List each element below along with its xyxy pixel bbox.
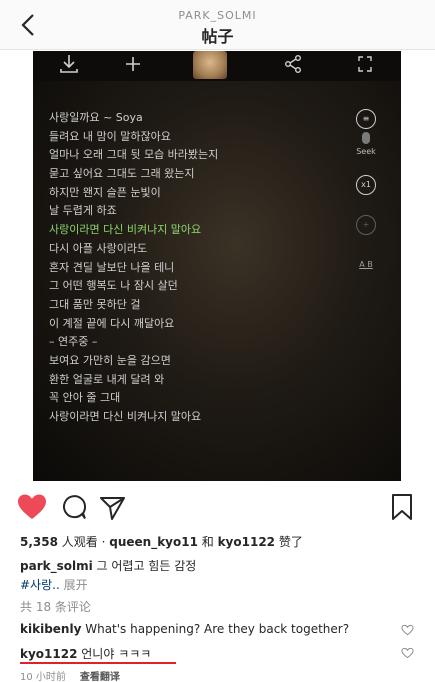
caption: park_solmi 그 어렵고 힘든 감정 [20,557,196,574]
comment-username[interactable]: kyo1122 [20,647,77,661]
red-underline [20,662,176,664]
lyric-line-current: 사랑이라면 다신 비켜나지 말아요 [49,223,202,237]
album-thumbnail [193,51,227,79]
lyric-line: 환한 얼굴로 내게 달려 와 [49,372,165,386]
views-line: 5,358 人观看 · queen_kyo11 和 kyo1122 赞了 [20,533,303,550]
add-icon [119,53,147,75]
page-title: 帖子 [201,27,234,46]
header-username: PARK_SOLMI [178,9,257,22]
hashtag-line: #사랑.. 展开 [20,576,88,593]
lyric-line: 날 두렵게 하죠 [49,204,117,218]
download-icon [55,53,83,75]
lyric-line: 보여요 가만히 눈을 감으면 [49,353,171,367]
comment-meta: 10 小时前 查看翻译 [20,668,120,682]
lyric-line: 그 어떤 행복도 나 잠시 살던 [49,279,178,293]
share-icon[interactable] [98,492,126,522]
liker-username[interactable]: queen_kyo11 [109,535,198,549]
comment-time: 10 小时前 [20,672,66,682]
lyrics-list: 사랑일까요 ~ Soya 들려요 내 맘이 말하잖아요 얼마나 오래 그대 뒷 … [49,109,339,427]
comment-username[interactable]: kikibenly [20,622,81,636]
expand-icon [351,53,379,75]
liked-text: 赞了 [275,535,303,549]
comment-item: kikibenly What's happening? Are they bac… [20,622,420,640]
speed-label: x1 [356,175,376,195]
lyric-line: 다시 아플 사랑이라도 [49,241,148,255]
heart-outline-icon[interactable] [401,624,414,636]
seek-control: ≡ Seek [351,109,381,156]
caption-text: 그 어렵고 힘든 감정 [92,559,197,573]
ab-label: A B [359,260,373,269]
comments-count-link[interactable]: 共 18 条评论 [20,598,91,615]
translate-link[interactable]: 查看翻译 [80,672,120,682]
comment-text: What's happening? Are they back together… [81,622,350,636]
seek-toggle-icon [362,132,370,144]
and-text: 和 [197,535,218,549]
caption-username[interactable]: park_solmi [20,559,93,573]
lyric-line: 얼마나 오래 그대 뒷 모습 바라봤는지 [49,148,219,162]
crosshair-icon: + [356,215,376,235]
views-suffix: 人观看 · [57,535,110,549]
seek-icon: ≡ [356,109,376,129]
comment-icon[interactable] [60,492,88,522]
share-nodes-icon [279,53,307,75]
lyric-line: 꼭 안아 줄 그대 [49,391,121,405]
comment-text: 언니야 ㅋㅋㅋ [77,647,152,661]
expand-link[interactable]: 展开 [60,578,88,592]
lyric-line: 그대 품만 못하단 걸 [49,297,141,311]
target-control: + [351,215,381,235]
action-bar [0,492,435,528]
hashtag[interactable]: #사랑.. [20,578,60,592]
speed-control: x1 [351,175,381,195]
post-image[interactable]: 사랑일까요 ~ Soya 들려요 내 맘이 말하잖아요 얼마나 오래 그대 뒷 … [33,51,401,481]
bookmark-icon[interactable] [389,492,415,522]
lyric-line: 들려요 내 맘이 말하잖아요 [49,129,171,143]
seek-label: Seek [356,147,376,156]
lyric-line: – 연주중 – [49,335,98,349]
liker-username[interactable]: kyo1122 [218,535,275,549]
heart-icon[interactable] [16,492,48,522]
top-bar: PARK_SOLMI 帖子 [0,0,435,50]
view-count: 5,358 [20,535,58,549]
lyric-line: 사랑일까요 ~ Soya [49,111,143,124]
heart-outline-icon[interactable] [401,647,414,659]
lyric-line: 이 계절 끝에 다시 깨달아요 [49,316,175,330]
lyric-line: 묻고 싶어요 그대도 그래 왔는지 [49,167,195,181]
ab-repeat-control: A B [351,257,381,269]
lyric-line: 혼자 견딜 날보단 나을 테니 [49,260,175,274]
lyric-line: 하지만 왠지 슬픈 눈빛이 [49,185,161,199]
lyric-line: 사랑이라면 다신 비켜나지 말아요 [49,410,202,423]
comment-item: kyo1122 언니야 ㅋㅋㅋ [20,645,420,663]
